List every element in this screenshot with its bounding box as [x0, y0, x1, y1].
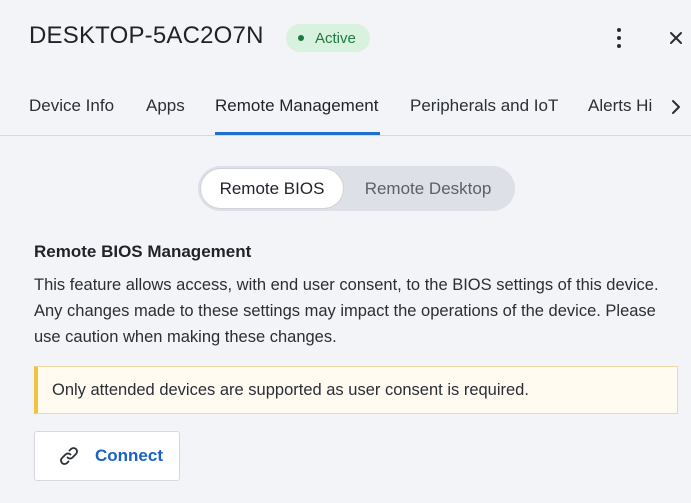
tab-alerts-history[interactable]: Alerts Hi — [588, 96, 652, 116]
consent-notice: Only attended devices are supported as u… — [34, 366, 678, 414]
close-icon — [670, 32, 682, 44]
tab-peripherals-and-iot[interactable]: Peripherals and IoT — [410, 96, 558, 116]
device-title: DESKTOP-5AC2O7N — [29, 22, 264, 49]
section-title: Remote BIOS Management — [34, 242, 252, 261]
remote-mode-toggle: Remote BIOS Remote Desktop — [198, 166, 515, 211]
status-label: Active — [315, 29, 356, 47]
tab-apps[interactable]: Apps — [146, 96, 185, 116]
status-badge: Active — [286, 24, 370, 52]
connect-label: Connect — [95, 446, 163, 465]
chevron-right-icon — [672, 100, 680, 114]
connect-button[interactable]: Connect — [34, 431, 180, 481]
notice-text: Only attended devices are supported as u… — [52, 380, 529, 399]
more-options-button[interactable] — [606, 24, 632, 52]
toggle-remote-desktop[interactable]: Remote Desktop — [348, 169, 508, 208]
link-icon — [60, 447, 78, 465]
tab-remote-management[interactable]: Remote Management — [215, 96, 378, 116]
close-button[interactable] — [664, 26, 688, 50]
status-dot-icon — [298, 35, 304, 41]
tab-device-info[interactable]: Device Info — [29, 96, 114, 116]
section-description: This feature allows access, with end use… — [34, 276, 659, 346]
kebab-vertical-icon — [617, 28, 621, 32]
tab-scroll-right-button[interactable] — [669, 98, 683, 116]
tab-bar: Device Info Apps Remote Management Perip… — [0, 78, 691, 136]
device-header: DESKTOP-5AC2O7N Active — [0, 0, 691, 78]
active-tab-indicator — [215, 132, 380, 135]
toggle-remote-bios[interactable]: Remote BIOS — [201, 169, 343, 208]
